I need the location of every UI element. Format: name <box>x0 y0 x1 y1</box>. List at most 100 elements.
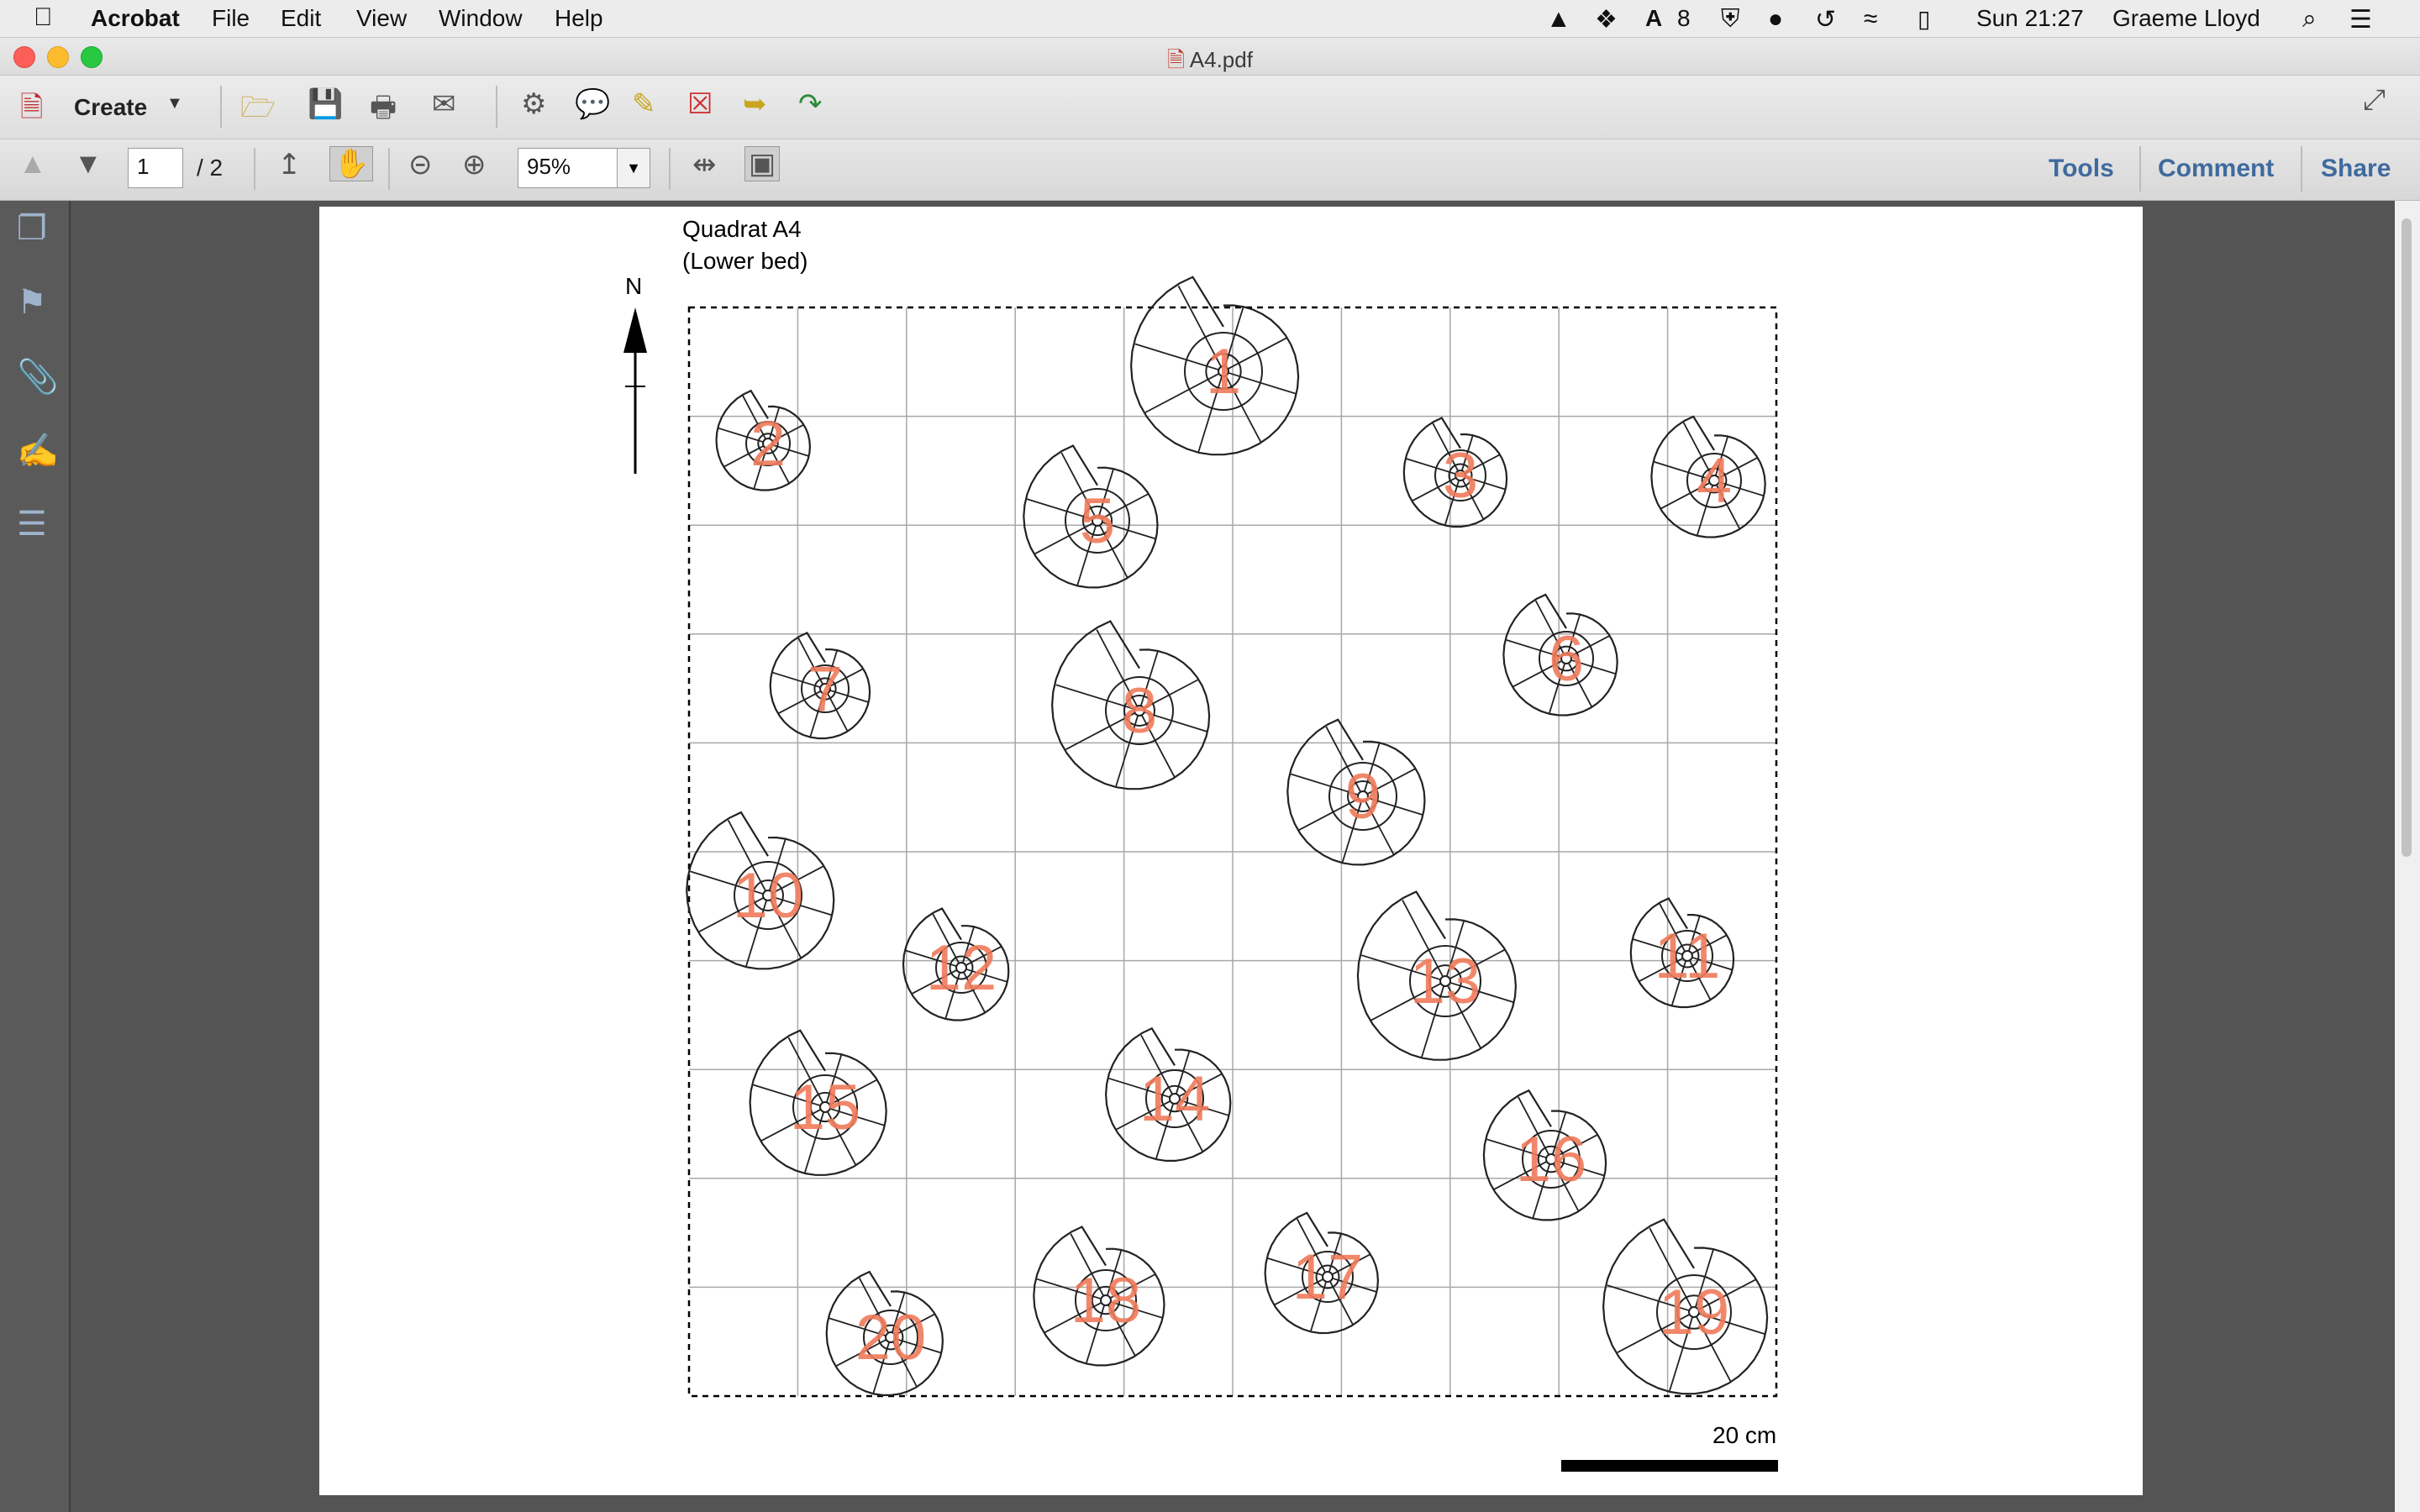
toolbar-divider <box>669 148 671 190</box>
plant-diagram: 11 <box>1629 897 1735 1009</box>
plant-number-label: 5 <box>1080 486 1115 557</box>
plant-number-label: 12 <box>926 932 997 1004</box>
window-title-text: A4.pdf <box>1189 47 1253 72</box>
toolbar-divider <box>2301 146 2302 192</box>
plant-number-label: 8 <box>1122 675 1157 747</box>
next-page-icon[interactable]: ▼ <box>74 148 103 181</box>
menu-view[interactable]: View <box>356 5 407 32</box>
plant-number-label: 13 <box>1410 946 1481 1017</box>
highlight-pen-icon[interactable]: ✎ <box>632 87 656 121</box>
attachments-paperclip-icon[interactable]: 📎 <box>17 357 59 396</box>
plant-number-label: 14 <box>1139 1063 1211 1135</box>
plant-number-label: 1 <box>1206 336 1241 407</box>
settings-gear-icon[interactable]: ⚙ <box>521 87 546 121</box>
plant-diagram: 6 <box>1502 593 1618 717</box>
plant-number-label: 11 <box>1655 921 1721 992</box>
menu-window[interactable]: Window <box>439 5 523 32</box>
plant-diagram: 12 <box>902 907 1010 1021</box>
plant-diagram: 5 <box>1023 444 1159 589</box>
content-tree-icon[interactable]: ☰ <box>17 505 47 543</box>
quadrat-grid <box>689 307 1776 1396</box>
toolbar-divider <box>254 148 255 190</box>
signatures-icon[interactable]: ✍ <box>17 431 59 470</box>
create-button[interactable]: 🗎 Create ▼ <box>17 86 210 128</box>
open-folder-icon[interactable]: 🗁 <box>240 87 276 135</box>
scrollbar-thumb[interactable] <box>2402 218 2412 857</box>
plant-number-label: 3 <box>1443 440 1478 512</box>
plant-number-label: 16 <box>1516 1124 1587 1195</box>
toolbar-divider <box>496 86 497 128</box>
skype-icon[interactable]: ● <box>1768 5 1783 34</box>
previous-page-icon[interactable]: ▲ <box>18 148 47 181</box>
bookmarks-icon[interactable]: ⚑ <box>17 283 47 322</box>
select-cursor-icon[interactable]: ↥ <box>277 148 302 181</box>
plant-diagram: 7 <box>769 631 871 740</box>
plant-diagram: 3 <box>1402 417 1508 528</box>
plant-diagram: 19 <box>1602 1218 1769 1395</box>
notification-center-icon[interactable]: ☰ <box>2349 5 2372 34</box>
comment-bubble-icon[interactable]: 💬 <box>575 87 610 121</box>
menu-app-name[interactable]: Acrobat <box>91 5 180 32</box>
plant-number-label: 18 <box>1071 1265 1142 1336</box>
menu-clock[interactable]: Sun 21:27 <box>1976 5 2084 32</box>
left-navigation-pane: ❐ ⚑ 📎 ✍ ☰ <box>0 201 71 1512</box>
battery-icon[interactable]: ▯ <box>1918 5 1930 33</box>
spotlight-search-icon[interactable]: ⌕ <box>2302 5 2317 34</box>
email-icon[interactable]: ✉ <box>432 87 456 121</box>
plant-diagram: 10 <box>686 811 835 970</box>
menu-user-name[interactable]: Graeme Lloyd <box>2112 5 2260 32</box>
apple-menu-icon[interactable]:  <box>34 3 53 32</box>
zoom-dropdown-chevron-icon[interactable]: ▼ <box>617 148 650 188</box>
comment-button[interactable]: Comment <box>2158 155 2274 183</box>
fit-width-icon[interactable]: ⇹ <box>692 148 717 181</box>
plant-diagram: 15 <box>749 1029 887 1176</box>
toolbar-divider <box>220 86 222 128</box>
share-button[interactable]: Share <box>2321 155 2391 183</box>
fullscreen-icon[interactable]: ⤢ <box>2363 84 2386 117</box>
menu-help[interactable]: Help <box>555 5 603 32</box>
plant-diagram: 4 <box>1650 415 1766 538</box>
window-title-bar: 🗎 A4.pdf <box>0 38 2420 76</box>
page-total: / 2 <box>197 155 224 181</box>
zoom-level-input[interactable]: 95% <box>518 148 618 188</box>
plant-number-label: 6 <box>1549 623 1584 695</box>
save-icon[interactable]: 💾 <box>308 87 343 121</box>
adobe-badge-count: 8 <box>1677 5 1691 31</box>
time-machine-icon[interactable]: ↺ <box>1815 5 1836 34</box>
zoom-out-icon[interactable]: ⊝ <box>408 148 433 181</box>
fit-page-icon[interactable]: ▣ <box>744 146 781 181</box>
adobe-icon[interactable]: A <box>1645 5 1662 32</box>
menu-file[interactable]: File <box>212 5 250 32</box>
plant-diagram: 17 <box>1264 1211 1380 1335</box>
status-app-icon[interactable]: ▲ <box>1546 5 1571 34</box>
plant-diagram: 16 <box>1482 1089 1607 1221</box>
wifi-icon[interactable]: ≈ <box>1864 5 1877 34</box>
north-arrow-icon <box>623 307 647 474</box>
plant-diagram: 1 <box>1129 276 1300 456</box>
plant-diagram: 9 <box>1286 718 1426 866</box>
main-toolbar: 🗎 Create ▼ 🗁 💾 🖶 ✉ ⚙ 💬 ✎ ☒ ➥ ↷ ⤢ <box>0 76 2420 139</box>
create-pdf-icon: 🗎 <box>20 92 44 123</box>
plant-number-label: 9 <box>1345 761 1381 832</box>
hand-tool-icon[interactable]: ✋ <box>329 146 374 181</box>
zoom-in-icon[interactable]: ⊕ <box>462 148 487 181</box>
page-number-input[interactable]: 1 <box>128 148 183 188</box>
create-button-label: Create <box>74 94 148 120</box>
plant-number-label: 19 <box>1659 1277 1730 1348</box>
plant-diagram: 8 <box>1050 620 1211 790</box>
page-thumbnails-icon[interactable]: ❐ <box>17 209 47 248</box>
delete-page-icon[interactable]: ☒ <box>687 87 713 121</box>
export-icon[interactable]: ➥ <box>743 87 767 121</box>
plant-number-label: 10 <box>733 860 804 932</box>
pdf-file-icon: 🗎 <box>1167 47 1185 72</box>
print-icon[interactable]: 🖶 <box>370 87 397 135</box>
plant-number-label: 15 <box>790 1072 861 1143</box>
dropbox-icon[interactable]: ❖ <box>1595 5 1618 34</box>
plant-number-label: 20 <box>855 1302 927 1373</box>
shield-icon[interactable]: ⛨ <box>1721 5 1740 34</box>
tools-button[interactable]: Tools <box>2049 155 2114 183</box>
toolbar-divider <box>388 148 390 190</box>
menu-edit[interactable]: Edit <box>281 5 321 32</box>
plant-number-label: 2 <box>750 408 786 480</box>
share-doc-icon[interactable]: ↷ <box>798 87 823 121</box>
